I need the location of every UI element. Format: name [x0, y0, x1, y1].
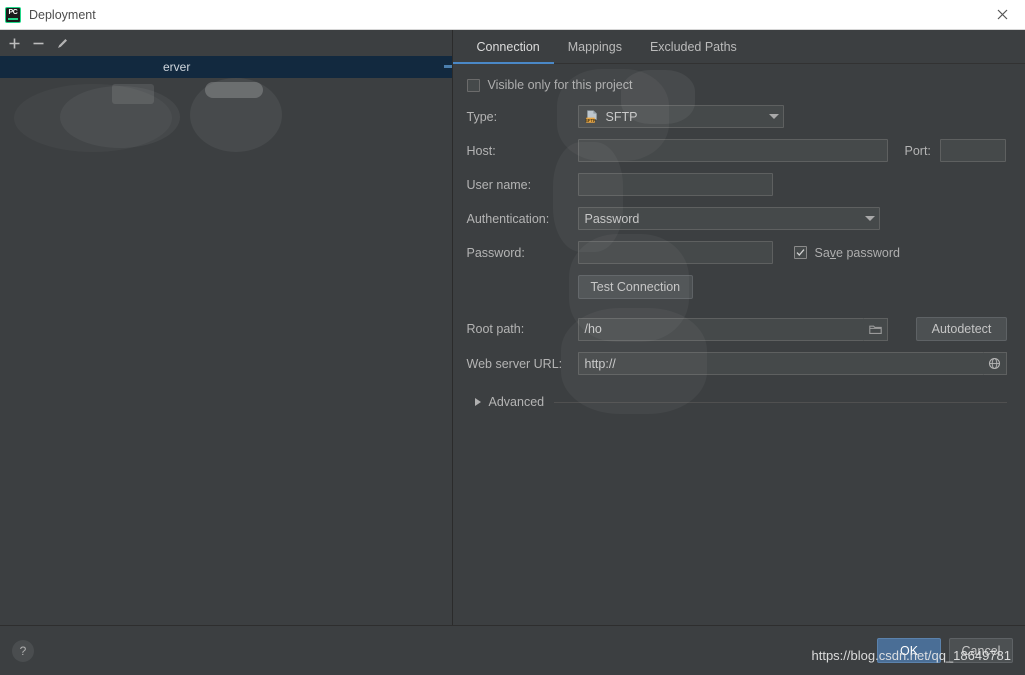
close-icon[interactable] — [979, 0, 1025, 29]
redaction-blur — [60, 86, 180, 148]
server-list-panel: erver — [0, 30, 453, 625]
advanced-separator — [554, 401, 1007, 403]
sftp-icon: SFTP — [585, 109, 599, 124]
server-list[interactable]: erver — [0, 56, 452, 625]
save-password-checkbox[interactable] — [793, 246, 807, 259]
tab-mappings[interactable]: Mappings — [554, 40, 636, 63]
connection-form: Visible only for this project Type: SFTP — [453, 64, 1025, 414]
type-row: Type: SFTP SFTP — [467, 105, 1008, 128]
redaction-blur — [205, 82, 263, 98]
web-server-url-row: Web server URL: http:// — [466, 352, 1007, 375]
svg-text:SFTP: SFTP — [585, 117, 596, 122]
scrollbar-thumb[interactable] — [443, 65, 452, 68]
username-input[interactable] — [577, 173, 773, 196]
redaction-blur — [112, 84, 154, 104]
username-row: User name: — [467, 173, 1008, 196]
root-path-row: Root path: /ho Autodetect — [466, 317, 1007, 341]
pycharm-icon-bar — [8, 18, 18, 20]
password-input[interactable] — [577, 241, 773, 264]
globe-icon[interactable] — [983, 352, 1007, 375]
chevron-down-icon[interactable] — [864, 216, 875, 221]
redaction-blur — [190, 78, 282, 152]
web-server-url-label: Web server URL: — [466, 356, 563, 371]
pycharm-icon-text: PC — [8, 8, 18, 16]
folder-icon[interactable] — [864, 317, 888, 341]
password-row: Password: Save password — [467, 241, 1008, 264]
authentication-row: Authentication: Password — [467, 207, 1008, 230]
cancel-button[interactable]: Cancel — [949, 638, 1013, 663]
plus-icon[interactable] — [2, 31, 26, 55]
visible-only-label[interactable]: Visible only for this project — [488, 78, 633, 92]
save-password-label-pre: Sa — [814, 245, 830, 260]
list-item[interactable]: erver — [0, 56, 452, 78]
test-connection-row: Test Connection — [467, 275, 1008, 299]
test-connection-button[interactable]: Test Connection — [577, 275, 694, 299]
redaction-blur — [14, 84, 172, 152]
port-label: Port: — [904, 143, 931, 158]
host-label: Host: — [466, 143, 496, 158]
visible-only-row: Visible only for this project — [466, 78, 1008, 92]
pycharm-icon: PC — [5, 6, 21, 23]
tab-excluded-paths[interactable]: Excluded Paths — [636, 40, 751, 63]
minus-icon[interactable] — [26, 31, 50, 55]
advanced-section[interactable]: Advanced — [467, 395, 1007, 409]
authentication-label: Authentication: — [466, 211, 550, 226]
tab-connection[interactable]: Connection — [462, 40, 555, 64]
type-select[interactable]: SFTP SFTP — [577, 105, 784, 128]
advanced-label[interactable]: Advanced — [489, 395, 545, 409]
chevron-right-icon[interactable] — [474, 398, 481, 406]
footer-actions: OK Cancel — [877, 638, 1013, 663]
dialog-footer: ? OK Cancel https://blog.csdn.net/qq_186… — [0, 625, 1025, 675]
host-input[interactable] — [577, 139, 888, 162]
authentication-value: Password — [584, 211, 640, 226]
connection-settings-panel: Connection Mappings Excluded Paths Visib… — [452, 30, 1025, 625]
title-bar: PC Deployment — [0, 0, 1025, 30]
deployment-dialog: PC Deployment erver Connection Mappings … — [0, 0, 1025, 675]
type-label: Type: — [466, 109, 498, 124]
autodetect-button[interactable]: Autodetect — [915, 317, 1007, 341]
port-input[interactable] — [939, 139, 1006, 162]
password-label: Password: — [466, 245, 525, 260]
server-list-toolbar — [0, 30, 452, 56]
type-value: SFTP — [605, 109, 638, 124]
username-label: User name: — [466, 177, 532, 192]
save-password-label-post: e password — [836, 245, 900, 260]
authentication-select[interactable]: Password — [577, 207, 880, 230]
ok-button[interactable]: OK — [877, 638, 941, 663]
save-password-label[interactable]: Save password — [815, 246, 900, 260]
pencil-icon[interactable] — [50, 31, 74, 55]
chevron-down-icon[interactable] — [768, 114, 779, 119]
help-icon[interactable]: ? — [12, 639, 34, 662]
host-row: Host: Port: — [467, 139, 1008, 162]
visible-only-checkbox[interactable] — [466, 78, 480, 92]
window-title: Deployment — [29, 7, 96, 22]
root-path-input[interactable]: /ho — [577, 317, 865, 341]
root-path-label: Root path: — [466, 322, 525, 336]
dialog-body: erver Connection Mappings Excluded Paths — [0, 30, 1025, 625]
web-server-url-input[interactable]: http:// — [577, 352, 984, 375]
settings-tabs: Connection Mappings Excluded Paths — [452, 30, 1025, 64]
server-name: erver — [163, 60, 191, 74]
